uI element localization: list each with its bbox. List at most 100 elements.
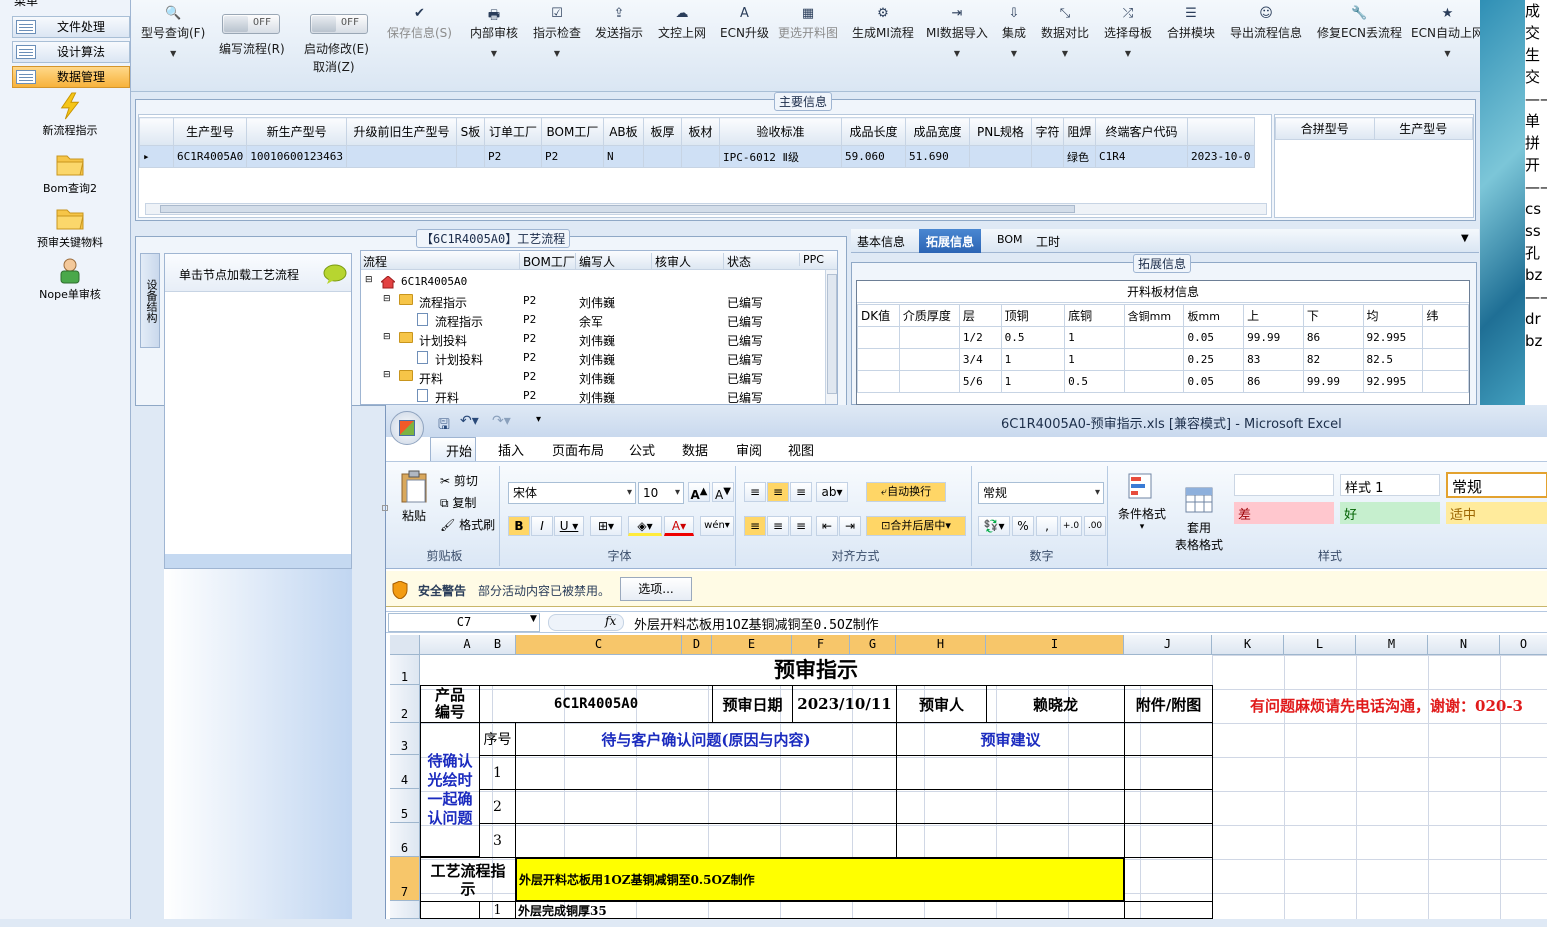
- nav-item-key-materials[interactable]: 预审关键物料: [20, 204, 120, 250]
- tree-node-root[interactable]: ⊟ 6C1R4005A0: [361, 273, 837, 292]
- suggestion-cell[interactable]: [896, 789, 1125, 824]
- orientation-button[interactable]: ab▾: [816, 482, 848, 502]
- accounting-format-button[interactable]: 💱▾: [978, 516, 1010, 536]
- tab-bom[interactable]: BOM: [997, 233, 1023, 246]
- style-good[interactable]: 好: [1340, 502, 1440, 524]
- column-header-d[interactable]: D: [682, 635, 712, 655]
- row-selector[interactable]: ▸: [139, 145, 174, 168]
- seq-header[interactable]: 序号: [479, 722, 516, 756]
- align-right-button[interactable]: ≡: [790, 516, 812, 536]
- nav-tab-design-algorithm[interactable]: 设计算法: [12, 41, 130, 63]
- decrease-decimal-button[interactable]: .00: [1084, 516, 1106, 536]
- pending-issues-label[interactable]: 待确认光绘时一起确认问题: [420, 722, 480, 857]
- suggestion-cell[interactable]: [896, 823, 1125, 858]
- nav-tab-data-management[interactable]: 数据管理: [12, 66, 130, 88]
- column-header-j[interactable]: J: [1124, 635, 1212, 655]
- product-no-label[interactable]: 产品 编号: [420, 685, 480, 723]
- row-header-1[interactable]: 1: [390, 655, 420, 685]
- column-header-h[interactable]: H: [896, 635, 986, 655]
- col-header[interactable]: PNL规格: [968, 117, 1032, 146]
- col-header[interactable]: 板厚: [642, 117, 682, 146]
- decrease-indent-button[interactable]: ⇤: [816, 516, 838, 536]
- group-marker[interactable]: [382, 505, 388, 511]
- start-edit-toggle[interactable]: OFF: [310, 14, 368, 34]
- phonetic-button[interactable]: wén▾: [700, 516, 734, 536]
- align-top-button[interactable]: ≡: [744, 482, 766, 502]
- shrink-font-button[interactable]: A▼: [712, 482, 734, 502]
- seq-cell[interactable]: 3: [479, 823, 516, 858]
- collapse-toggle-icon[interactable]: ⊟: [383, 294, 391, 304]
- nav-item-nope-review[interactable]: Nope单审核: [20, 256, 120, 302]
- cut-button[interactable]: ✂ 剪切: [440, 472, 478, 489]
- format-painter-button[interactable]: 🖌 格式刷: [440, 516, 495, 533]
- write-process-toggle[interactable]: OFF: [222, 14, 280, 34]
- publish-online-button[interactable]: ☁ 文控上网: [658, 6, 706, 41]
- col-header[interactable]: 流程: [363, 253, 387, 270]
- attachment-label[interactable]: 附件/附图: [1124, 685, 1213, 723]
- formula-input[interactable]: 外层开料芯板用1OZ基铜减铜至0.5OZ制作: [634, 614, 879, 633]
- copy-button[interactable]: ⧉ 复制: [440, 494, 476, 511]
- horizontal-scrollbar[interactable]: [145, 203, 1267, 215]
- col-header[interactable]: 核审人: [651, 253, 691, 270]
- align-bottom-button[interactable]: ≡: [790, 482, 812, 502]
- row-header-4[interactable]: 4: [390, 755, 420, 789]
- load-process-hint[interactable]: 单击节点加载工艺流程: [165, 254, 351, 292]
- col-header[interactable]: 成品宽度: [904, 117, 970, 146]
- sheet-cell[interactable]: [1124, 722, 1213, 756]
- sheet-cell[interactable]: [420, 901, 480, 919]
- row-header-8[interactable]: [390, 901, 420, 919]
- fill-color-button[interactable]: ◈▾: [628, 516, 662, 536]
- office-button[interactable]: [390, 411, 424, 445]
- issue-cell[interactable]: [515, 789, 897, 824]
- row-header-5[interactable]: 5: [390, 789, 420, 823]
- increase-indent-button[interactable]: ⇥: [839, 516, 861, 536]
- row-header-7[interactable]: 7: [390, 857, 420, 901]
- process-instruction-cell[interactable]: 外层完成铜厚35: [515, 901, 1125, 919]
- col-header[interactable]: 成品长度: [840, 117, 906, 146]
- table-row[interactable]: 5/6 1 0.5 0.05 86 99.99 92.995: [857, 370, 1469, 393]
- sheet-cell[interactable]: [1124, 755, 1213, 790]
- col-header[interactable]: 合拼型号: [1275, 117, 1375, 140]
- comma-button[interactable]: ,: [1036, 516, 1058, 536]
- vertical-tab-device-structure[interactable]: 设备结构: [140, 253, 160, 348]
- align-left-button[interactable]: ≡: [744, 516, 766, 536]
- vertical-scrollbar[interactable]: [825, 270, 837, 404]
- contact-notice[interactable]: 有问题麻烦请先电话沟通，谢谢：020-3: [1250, 695, 1523, 716]
- review-suggestion-header[interactable]: 预审建议: [896, 722, 1125, 756]
- underline-button[interactable]: U ▾: [554, 516, 584, 536]
- chevron-down-icon[interactable]: ▼: [530, 614, 537, 624]
- col-header[interactable]: 状态: [723, 253, 751, 270]
- column-header-g[interactable]: G: [850, 635, 896, 655]
- wrap-text-button[interactable]: ⤶自动换行: [866, 482, 946, 502]
- ribbon-tab-home[interactable]: 开始: [430, 437, 476, 461]
- process-instruction-cell-selected[interactable]: 外层开料芯板用1OZ基铜减铜至0.5OZ制作: [515, 857, 1125, 902]
- column-header-i[interactable]: I: [986, 635, 1124, 655]
- instruction-check-button[interactable]: ☑ 指示检查 ▼: [533, 6, 581, 58]
- align-center-button[interactable]: ≡: [767, 516, 789, 536]
- sheet-title[interactable]: 预审指示: [420, 655, 1212, 685]
- tree-node[interactable]: 流程指示 P2 余军 已编写: [361, 311, 837, 330]
- column-header-e[interactable]: E: [712, 635, 792, 655]
- reviewer-value[interactable]: 赖晓龙: [986, 685, 1125, 723]
- bold-button[interactable]: B: [508, 516, 530, 536]
- send-instruction-button[interactable]: ⇪ 发送指示: [595, 6, 643, 41]
- review-date-label[interactable]: 预审日期: [712, 685, 793, 723]
- number-format-select[interactable]: 常规: [978, 482, 1104, 504]
- scrollbar-thumb[interactable]: [160, 205, 1075, 213]
- quick-access-menu-icon[interactable]: ▾: [536, 414, 541, 425]
- undo-icon[interactable]: ↶▾: [460, 413, 479, 429]
- col-header[interactable]: BOM工厂: [540, 117, 604, 146]
- col-header[interactable]: AB板: [602, 117, 644, 146]
- row-header-3[interactable]: 3: [390, 723, 420, 755]
- column-header-m[interactable]: M: [1356, 635, 1428, 655]
- font-size-select[interactable]: 10: [638, 482, 684, 504]
- percent-button[interactable]: %: [1012, 516, 1034, 536]
- col-header[interactable]: 生产型号: [1373, 117, 1473, 140]
- collapse-toggle-icon[interactable]: ⊟: [383, 370, 391, 380]
- select-all-corner[interactable]: [390, 635, 420, 655]
- column-header-f[interactable]: F: [792, 635, 850, 655]
- font-color-button[interactable]: A▾: [664, 516, 694, 536]
- column-header-b[interactable]: B: [480, 635, 516, 655]
- nav-item-new-process[interactable]: 新流程指示: [20, 92, 120, 138]
- reselect-cutting-diagram-button[interactable]: ▦ 更选开料图: [778, 6, 838, 41]
